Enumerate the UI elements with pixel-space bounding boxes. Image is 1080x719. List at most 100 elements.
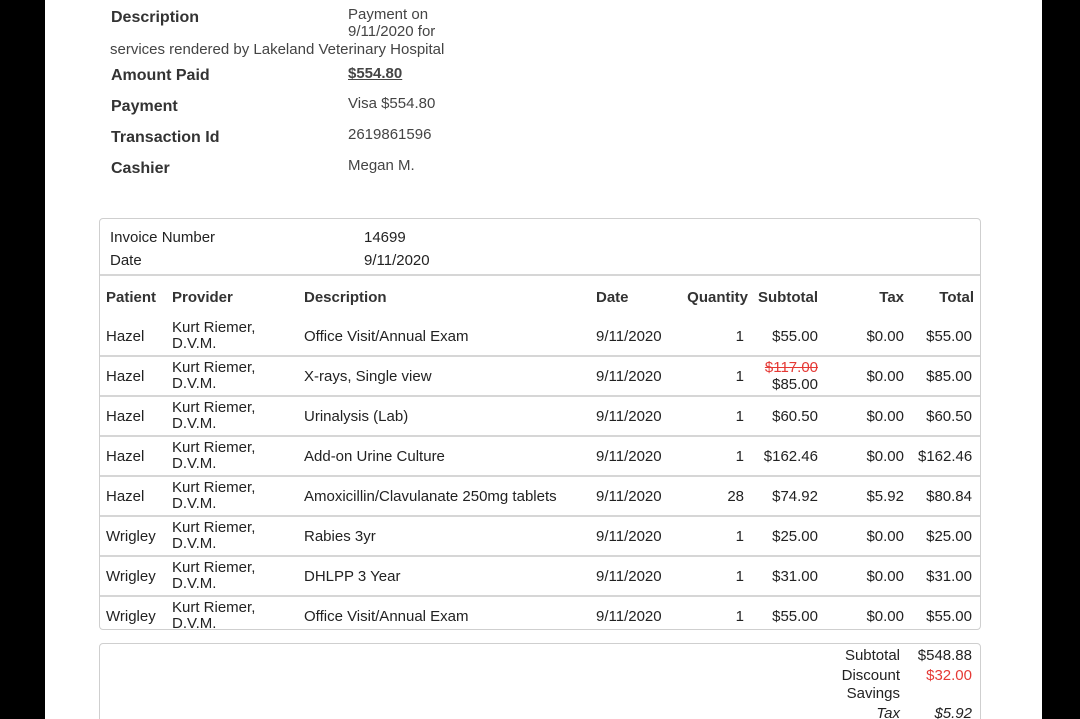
- col-header-total: Total: [939, 288, 974, 306]
- col-header-provider: Provider: [172, 288, 233, 306]
- col-header-quantity: Quantity: [687, 288, 748, 306]
- provider-title: D.V.M.: [172, 495, 217, 512]
- provider-name: Kurt Riemer,: [172, 399, 256, 416]
- discount-value: $32.00: [926, 667, 972, 684]
- quantity-cell: 1: [735, 327, 744, 345]
- tax-cell: $0.00: [832, 515, 912, 556]
- provider-title: D.V.M.: [172, 415, 217, 432]
- amount-paid-label: Amount Paid: [111, 67, 210, 84]
- table-row: Hazel Kurt Riemer, D.V.M. Add-on Urine Cu…: [100, 435, 980, 476]
- tax-cell: $0.00: [832, 555, 912, 596]
- subtotal-cell: $31.00: [752, 555, 832, 596]
- subtotal-value: $548.88: [917, 647, 972, 664]
- payment-label: Payment: [111, 98, 178, 115]
- subtotal-cell: $117.00 $85.00: [752, 355, 832, 396]
- total-cell: $80.84: [912, 475, 980, 516]
- table-row: Hazel Kurt Riemer, D.V.M. Office Visit/An…: [100, 317, 980, 356]
- description-line-2: 9/11/2020 for: [348, 23, 436, 40]
- provider-cell: Kurt Riemer, D.V.M.: [166, 555, 288, 596]
- patient-cell: Wrigley: [100, 595, 166, 635]
- total-cell: $25.00: [912, 515, 980, 556]
- col-header-description: Description: [304, 288, 387, 306]
- table-row: Wrigley Kurt Riemer, D.V.M. DHLPP 3 Year …: [100, 555, 980, 596]
- quantity-cell: 1: [668, 555, 752, 596]
- quantity-cell: 28: [668, 475, 752, 516]
- table-row: Hazel Kurt Riemer, D.V.M. Urinalysis (Lab…: [100, 395, 980, 436]
- provider-cell: Kurt Riemer, D.V.M.: [166, 355, 288, 396]
- provider-name: Kurt Riemer,: [172, 519, 256, 536]
- tax-cell: $0.00: [866, 327, 904, 345]
- tax-cell: $0.00: [832, 395, 912, 436]
- description-cell: DHLPP 3 Year: [288, 555, 584, 596]
- subtotal-label: Subtotal: [844, 647, 900, 664]
- date-cell: 9/11/2020: [584, 475, 668, 516]
- total-cell: $162.46: [912, 435, 980, 476]
- description-line-1: Payment on: [348, 6, 429, 23]
- total-cell: $55.00: [912, 595, 980, 635]
- tax-value: $5.92: [934, 705, 972, 719]
- quantity-cell: 1: [668, 515, 752, 556]
- payment-value: Visa $554.80: [348, 95, 436, 112]
- invoice-number-label: Invoice Number: [110, 229, 216, 246]
- quantity-cell: 1: [668, 595, 752, 635]
- date-cell: 9/11/2020: [584, 515, 668, 556]
- provider-name: Kurt Riemer,: [172, 359, 256, 376]
- description-cell: Urinalysis (Lab): [288, 395, 584, 436]
- date-cell: 9/11/2020: [584, 395, 668, 436]
- description-cell: X-rays, Single view: [288, 355, 584, 396]
- subtotal-cell: $55.00: [752, 595, 832, 635]
- provider-title: D.V.M.: [172, 335, 217, 352]
- original-price: $117.00: [764, 358, 818, 376]
- provider-cell: Kurt Riemer, D.V.M.: [166, 395, 288, 436]
- amount-paid-link[interactable]: $554.80: [348, 65, 402, 82]
- provider-cell: Kurt Riemer, D.V.M.: [166, 515, 288, 556]
- line-items-table: Patient Provider Description Date Quanti…: [100, 277, 980, 635]
- table-row: Hazel Kurt Riemer, D.V.M. Amoxicillin/Cla…: [100, 475, 980, 516]
- patient-cell: Hazel: [106, 327, 145, 345]
- provider-title: D.V.M.: [172, 615, 217, 632]
- table-row: Wrigley Kurt Riemer, D.V.M. Rabies 3yr 9/…: [100, 515, 980, 556]
- tax-cell: $5.92: [832, 475, 912, 516]
- discounted-price: $85.00: [772, 375, 818, 393]
- patient-cell: Wrigley: [100, 555, 166, 596]
- provider-cell: Kurt Riemer, D.V.M.: [166, 435, 288, 476]
- provider-title: D.V.M.: [172, 535, 217, 552]
- date-cell: 9/11/2020: [584, 595, 668, 635]
- col-header-patient: Patient: [106, 288, 157, 306]
- tax-label: Tax: [876, 705, 900, 719]
- description-value: Payment on 9/11/2020 for: [348, 6, 435, 40]
- discount-label: Discount: [841, 667, 900, 684]
- total-cell: $31.00: [912, 555, 980, 596]
- provider-title: D.V.M.: [172, 455, 217, 472]
- table-row: Wrigley Kurt Riemer, D.V.M. Office Visit/…: [100, 595, 980, 635]
- provider-name: Kurt Riemer,: [172, 479, 256, 496]
- col-header-tax: Tax: [879, 288, 904, 306]
- receipt-page: Description Payment on 9/11/2020 for ser…: [45, 0, 1042, 719]
- provider-name: Kurt Riemer,: [172, 319, 256, 336]
- provider-name: Kurt Riemer,: [172, 599, 256, 616]
- tax-cell: $0.00: [832, 435, 912, 476]
- quantity-cell: 1: [668, 435, 752, 476]
- provider-cell: Kurt Riemer, D.V.M.: [166, 475, 288, 516]
- provider-cell: Kurt Riemer, D.V.M.: [166, 317, 288, 356]
- description-cell: Office Visit/Annual Exam: [304, 327, 469, 345]
- savings-label: Savings: [846, 685, 900, 702]
- cashier-value: Megan M.: [348, 157, 415, 174]
- cashier-label: Cashier: [111, 160, 170, 177]
- provider-cell: Kurt Riemer, D.V.M.: [166, 595, 288, 635]
- totals-box: Subtotal $548.88 Discount $32.00 Savings…: [99, 643, 981, 719]
- description-cell: Rabies 3yr: [288, 515, 584, 556]
- subtotal-cell: $74.92: [752, 475, 832, 516]
- table-header-row: Patient Provider Description Date Quanti…: [100, 277, 980, 317]
- invoice-date-value: 9/11/2020: [364, 252, 430, 269]
- total-cell: $55.00: [926, 327, 972, 345]
- date-cell: 9/11/2020: [584, 355, 668, 396]
- tax-cell: $0.00: [832, 595, 912, 635]
- col-header-date: Date: [596, 288, 629, 306]
- patient-cell: Wrigley: [100, 515, 166, 556]
- quantity-cell: 1: [668, 355, 752, 396]
- col-header-subtotal: Subtotal: [758, 288, 818, 306]
- provider-title: D.V.M.: [172, 375, 217, 392]
- total-cell: $60.50: [912, 395, 980, 436]
- provider-name: Kurt Riemer,: [172, 559, 256, 576]
